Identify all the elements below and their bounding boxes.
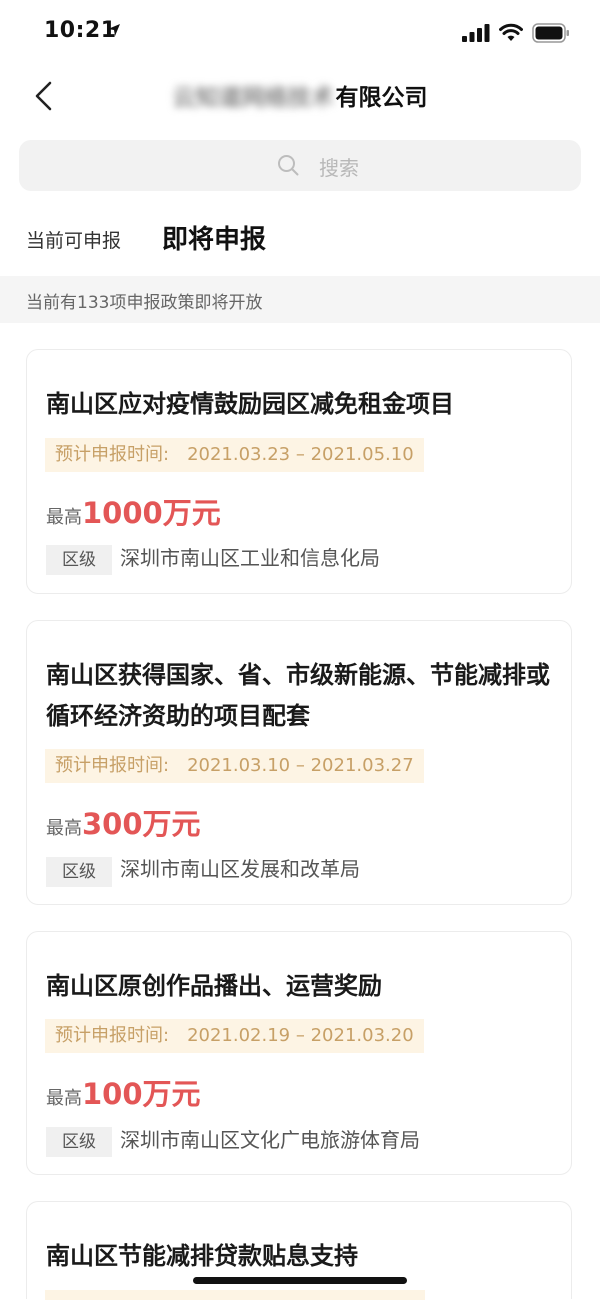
level-badge: 区级 <box>46 1127 112 1157</box>
date-tag: 预计申报时间: 2021.03.23 – 2021.05.10 <box>45 438 424 472</box>
level-badge: 区级 <box>46 545 112 575</box>
date-label: 预计申报时间: <box>55 1025 170 1046</box>
date-range: 2021.02.19 – 2021.03.20 <box>187 1025 414 1046</box>
cellular-signal-icon <box>462 24 490 42</box>
home-indicator <box>193 1277 407 1284</box>
amount-row: 最高1000万元 <box>46 490 221 530</box>
location-arrow-icon <box>108 24 120 36</box>
amount-row: 最高100万元 <box>46 1071 201 1111</box>
amount-prefix: 最高 <box>46 818 82 839</box>
amount-value: 100万元 <box>82 1077 201 1111</box>
policy-title: 南山区原创作品播出、运营奖励 <box>46 972 382 1000</box>
amount-prefix: 最高 <box>46 1088 82 1109</box>
agency-name: 深圳市南山区发展和改革局 <box>120 857 360 881</box>
date-label: 预计申报时间: <box>55 444 170 465</box>
tab-upcoming[interactable]: 即将申报 <box>162 219 266 256</box>
nav-bar: 云知道网络技术有限公司 <box>0 64 600 128</box>
amount-value: 1000万元 <box>82 496 221 530</box>
policy-title: 南山区获得国家、省、市级新能源、节能减排或循环经济资助的项目配套 <box>46 661 550 730</box>
search-icon <box>278 155 299 176</box>
policy-card[interactable]: 南山区应对疫情鼓励园区减免租金项目 预计申报时间: 2021.03.23 – 20… <box>26 349 572 594</box>
search-box[interactable]: 搜索 <box>19 140 581 191</box>
page-title: 云知道网络技术有限公司 <box>0 78 600 112</box>
page-title-suffix: 有限公司 <box>335 85 428 111</box>
policy-card[interactable]: 南山区节能减排贷款贴息支持 <box>26 1201 572 1300</box>
status-bar: 10:21 <box>0 0 600 64</box>
date-range: 2021.03.23 – 2021.05.10 <box>187 444 414 465</box>
level-badge: 区级 <box>46 857 112 887</box>
policy-title: 南山区应对疫情鼓励园区减免租金项目 <box>46 390 454 418</box>
amount-row: 最高300万元 <box>46 801 201 841</box>
amount-prefix: 最高 <box>46 507 82 528</box>
agency-name: 深圳市南山区工业和信息化局 <box>120 546 380 570</box>
page-title-redacted: 云知道网络技术 <box>172 85 334 111</box>
date-label: 预计申报时间: <box>55 755 170 776</box>
wifi-icon <box>499 23 523 41</box>
battery-icon <box>532 23 569 43</box>
agency-name: 深圳市南山区文化广电旅游体育局 <box>120 1128 420 1152</box>
date-range: 2021.03.10 – 2021.03.27 <box>187 755 414 776</box>
date-tag: 预计申报时间: 2021.02.19 – 2021.03.20 <box>45 1019 424 1053</box>
policy-title: 南山区节能减排贷款贴息支持 <box>46 1242 358 1270</box>
tab-current-applicable[interactable]: 当前可申报 <box>26 226 121 253</box>
search-placeholder: 搜索 <box>319 156 359 180</box>
info-count-text: 当前有133项申报政策即将开放 <box>26 293 263 313</box>
amount-value: 300万元 <box>82 807 201 841</box>
policy-card[interactable]: 南山区获得国家、省、市级新能源、节能减排或循环经济资助的项目配套 预计申报时间:… <box>26 620 572 905</box>
status-time: 10:21 <box>44 18 117 43</box>
info-bar: 当前有133项申报政策即将开放 <box>0 276 600 323</box>
policy-card[interactable]: 南山区原创作品播出、运营奖励 预计申报时间: 2021.02.19 – 2021.… <box>26 931 572 1175</box>
date-tag: 预计申报时间: 2021.03.10 – 2021.03.27 <box>45 749 424 783</box>
